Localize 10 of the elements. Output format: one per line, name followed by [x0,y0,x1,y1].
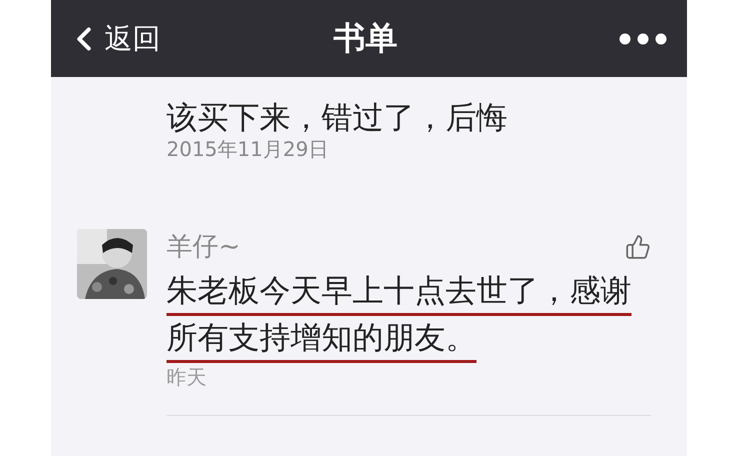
comment-author: 羊仔~ [166,231,240,264]
thumbs-up-icon [624,234,650,260]
comment-text: 该买下来，错过了，后悔 [166,99,508,138]
comment-time: 昨天 [166,364,208,391]
page-title: 书单 [334,18,398,58]
comment-text: 朱老板今天早上十点去世了，感谢所有支持增知的朋友。 [166,272,632,358]
back-button[interactable]: 返回 [64,20,160,58]
more-icon[interactable] [618,32,666,44]
comment-date: 2015年11月29日 [166,136,330,163]
like-button[interactable] [624,234,650,260]
